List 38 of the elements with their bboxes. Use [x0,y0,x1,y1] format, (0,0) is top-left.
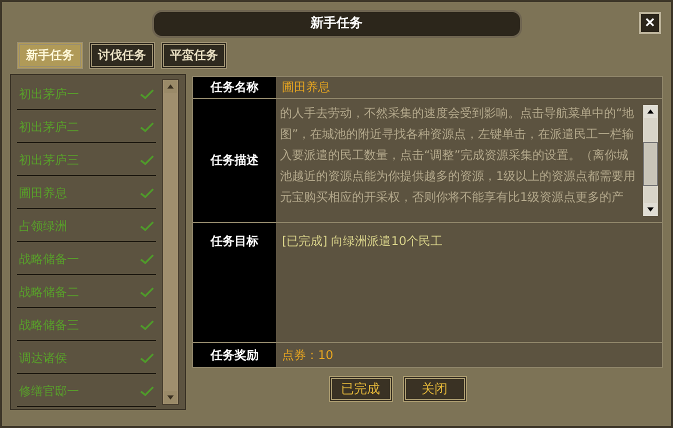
table-header-cell: 任务目标 [193,223,276,343]
quest-item[interactable]: 圃田养息 [17,178,156,209]
quest-name: 战略储备二 [19,284,79,300]
quest-item[interactable]: 初出茅庐一 [17,79,156,110]
quest-item[interactable]: 占领绿洲 [17,211,156,242]
window-title: 新手任务 [152,10,522,38]
quest-goal: [已完成] 向绿洲派遣10个民工 [282,233,442,250]
quest-item[interactable]: 战略储备三 [17,310,156,341]
dialog-button[interactable]: 已完成 [328,376,392,402]
quest-name: 战略储备三 [19,316,79,334]
quest-name: 战略储备一 [19,250,79,268]
quest-reward: 点券：10 [276,343,662,367]
quest-item[interactable]: 调达诸侯 [17,343,156,374]
scroll-down-icon[interactable] [644,203,657,216]
table-header-cell: 任务奖励 [193,343,276,367]
tab[interactable]: 新手任务 [17,42,83,68]
dialog-button[interactable]: 关闭 [402,376,466,402]
close-button[interactable]: ✕ [639,12,661,34]
quest-item[interactable]: 战略储备二 [17,277,156,308]
table-header-cell: 任务描述 [193,99,276,223]
quest-name: 初出茅庐二 [19,118,79,136]
quest-name: 初出茅庐一 [19,86,79,102]
quest-item[interactable]: 初出茅庐二 [17,112,156,143]
quest-item[interactable]: 修缮官邸一 [17,376,156,407]
quest-name: 圃田养息 [19,184,67,202]
scroll-up-icon[interactable] [644,105,657,118]
quest-description: 的人手去劳动，不然采集的速度会受到影响。点击导航菜单中的“地 图”，在城池的附近寻找各种资源点，左键单击，在派遣民工一栏输 入要派遣的民工数量，点击“调整”完成资源采集的设置。（离你城 池越近的资源点能为你提供越多的资源，1级以上的资源点都需要用 元宝购买相应的开采权，否则你将不能享有比1级资源点更多的产 [280,105,637,206]
scrollbar[interactable] [643,105,658,216]
quest-name: 占领绿洲 [19,218,67,234]
quest-item[interactable]: 初出茅庐三 [17,145,156,176]
table-header-cell: 任务名称 [193,77,276,99]
tab[interactable]: 讨伐任务 [89,42,155,68]
quest-title: 圃田养息 [276,77,662,99]
quest-name: 修缮官邸一 [19,382,79,400]
quest-name: 调达诸侯 [19,350,67,366]
quest-name: 初出茅庐三 [19,152,79,168]
quest-item[interactable]: 战略储备一 [17,244,156,275]
tab[interactable]: 平蛮任务 [161,42,227,68]
